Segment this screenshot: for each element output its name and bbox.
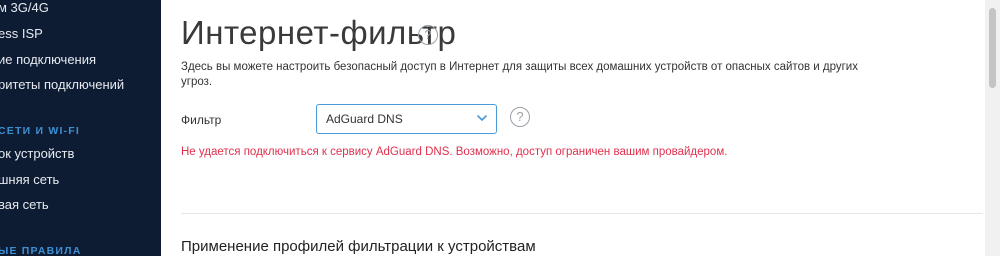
sidebar-section-network-wifi: СЕТИ И WI-FI bbox=[0, 125, 80, 137]
scrollbar-thumb[interactable] bbox=[989, 8, 996, 88]
section-heading: Применение профилей фильтрации к устройс… bbox=[181, 238, 536, 255]
filter-select-value: AdGuard DNS bbox=[326, 112, 403, 126]
page-title: Интернет-фильтр bbox=[181, 14, 457, 51]
page-description: Здесь вы можете настроить безопасный дос… bbox=[181, 61, 858, 88]
error-message: Не удается подключиться к сервису AdGuar… bbox=[181, 146, 728, 158]
main-content: Интернет-фильтр ? Здесь вы можете настро… bbox=[161, 0, 985, 256]
page-scrollbar[interactable] bbox=[985, 0, 1000, 256]
sidebar-item-3g-4g[interactable]: м 3G/4G bbox=[0, 0, 49, 15]
sidebar-item-other-connections[interactable]: ие подключения bbox=[0, 52, 96, 67]
sidebar: м 3G/4G ess ISP ие подключения ритеты по… bbox=[0, 0, 161, 256]
divider bbox=[181, 213, 983, 214]
sidebar-item-connection-priorities[interactable]: ритеты подключений bbox=[0, 77, 124, 92]
sidebar-section-rules: ЫЕ ПРАВИЛА bbox=[0, 245, 82, 256]
filter-label: Фильтр bbox=[181, 113, 222, 127]
help-circle-icon[interactable]: ? bbox=[418, 25, 438, 45]
filter-select[interactable]: AdGuard DNS bbox=[316, 104, 497, 134]
sidebar-item-guest-network[interactable]: вая сеть bbox=[0, 197, 49, 212]
chevron-down-icon bbox=[477, 115, 487, 121]
sidebar-item-home-network[interactable]: шняя сеть bbox=[0, 172, 59, 187]
filter-help-icon[interactable]: ? bbox=[510, 107, 530, 127]
sidebar-item-device-list[interactable]: ок устройств bbox=[0, 146, 74, 161]
sidebar-item-express-isp[interactable]: ess ISP bbox=[0, 26, 43, 41]
